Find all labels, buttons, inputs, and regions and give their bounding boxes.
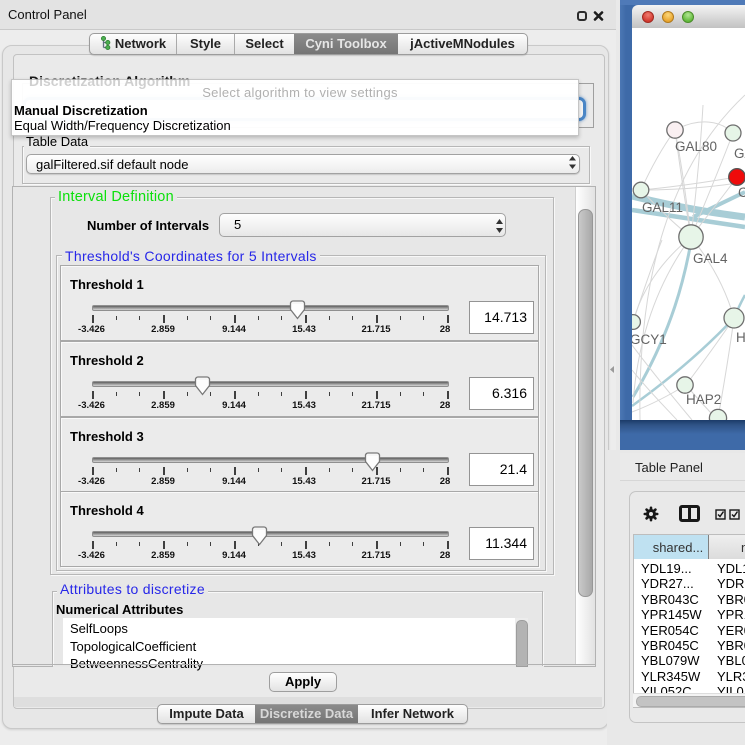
svg-text:HAP2: HAP2 [686, 392, 721, 407]
svg-text:GAL80: GAL80 [675, 139, 717, 154]
svg-text:GCY1: GCY1 [632, 332, 667, 347]
svg-text:GAL4: GAL4 [693, 251, 728, 266]
svg-text:GA: GA [734, 146, 745, 161]
svg-text:H: H [736, 330, 745, 345]
svg-text:GAL11: GAL11 [642, 200, 683, 215]
svg-text:C: C [738, 185, 745, 200]
